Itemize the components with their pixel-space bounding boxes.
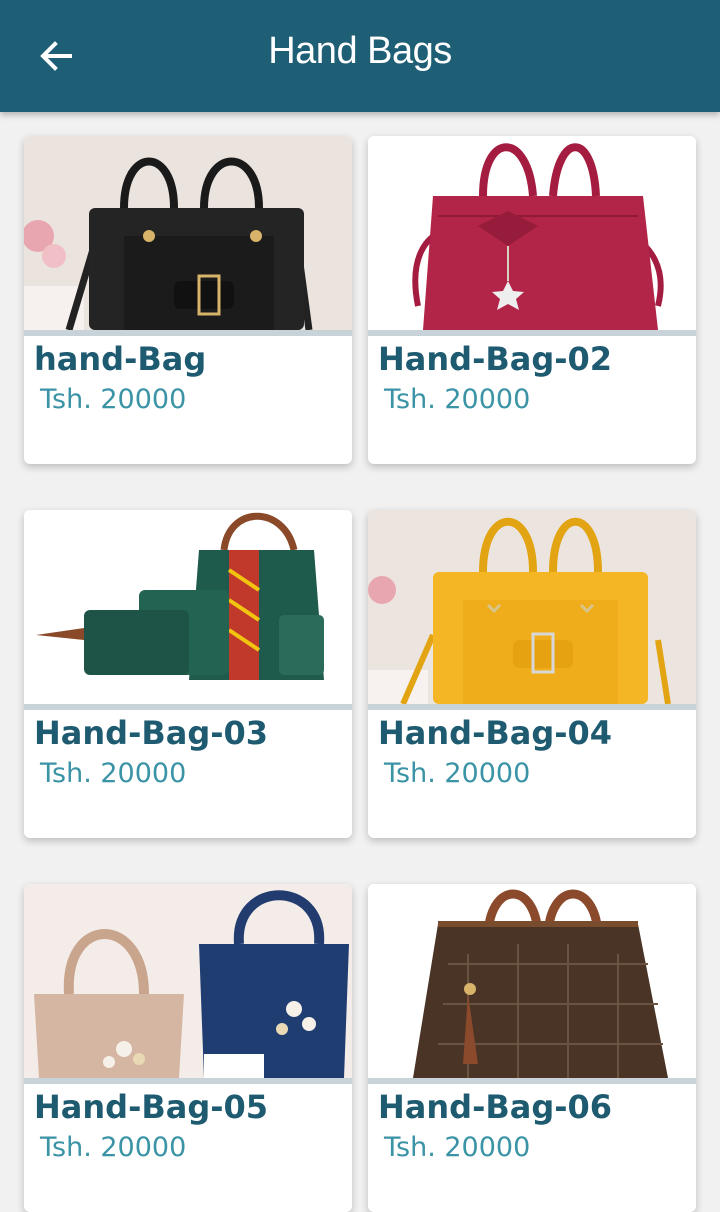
product-image bbox=[368, 884, 696, 1084]
product-image bbox=[24, 136, 352, 336]
product-grid: hand-Bag Tsh. 20000 Hand-Bag-02 Tsh. 200… bbox=[24, 136, 696, 1212]
app-bar: Hand Bags bbox=[0, 0, 720, 112]
product-price: Tsh. 20000 bbox=[40, 758, 187, 789]
product-card[interactable]: Hand-Bag-03 Tsh. 20000 bbox=[24, 510, 352, 838]
product-price: Tsh. 20000 bbox=[384, 1132, 531, 1163]
product-price: Tsh. 20000 bbox=[384, 758, 531, 789]
product-image bbox=[368, 136, 696, 336]
page-title: Hand Bags bbox=[268, 30, 452, 72]
product-card[interactable]: Hand-Bag-02 Tsh. 20000 bbox=[368, 136, 696, 464]
product-price: Tsh. 20000 bbox=[384, 384, 531, 415]
product-image bbox=[24, 510, 352, 710]
product-card[interactable]: Hand-Bag-04 Tsh. 20000 bbox=[368, 510, 696, 838]
product-price: Tsh. 20000 bbox=[40, 1132, 187, 1163]
product-card[interactable]: Hand-Bag-06 Tsh. 20000 bbox=[368, 884, 696, 1212]
product-card[interactable]: hand-Bag Tsh. 20000 bbox=[24, 136, 352, 464]
product-image bbox=[24, 884, 352, 1084]
product-name: hand-Bag bbox=[34, 340, 207, 378]
product-name: Hand-Bag-03 bbox=[34, 714, 269, 752]
product-price: Tsh. 20000 bbox=[40, 384, 187, 415]
product-name: Hand-Bag-04 bbox=[378, 714, 613, 752]
product-name: Hand-Bag-06 bbox=[378, 1088, 613, 1126]
product-name: Hand-Bag-05 bbox=[34, 1088, 269, 1126]
product-card[interactable]: Hand-Bag-05 Tsh. 20000 bbox=[24, 884, 352, 1212]
product-image bbox=[368, 510, 696, 710]
product-name: Hand-Bag-02 bbox=[378, 340, 613, 378]
